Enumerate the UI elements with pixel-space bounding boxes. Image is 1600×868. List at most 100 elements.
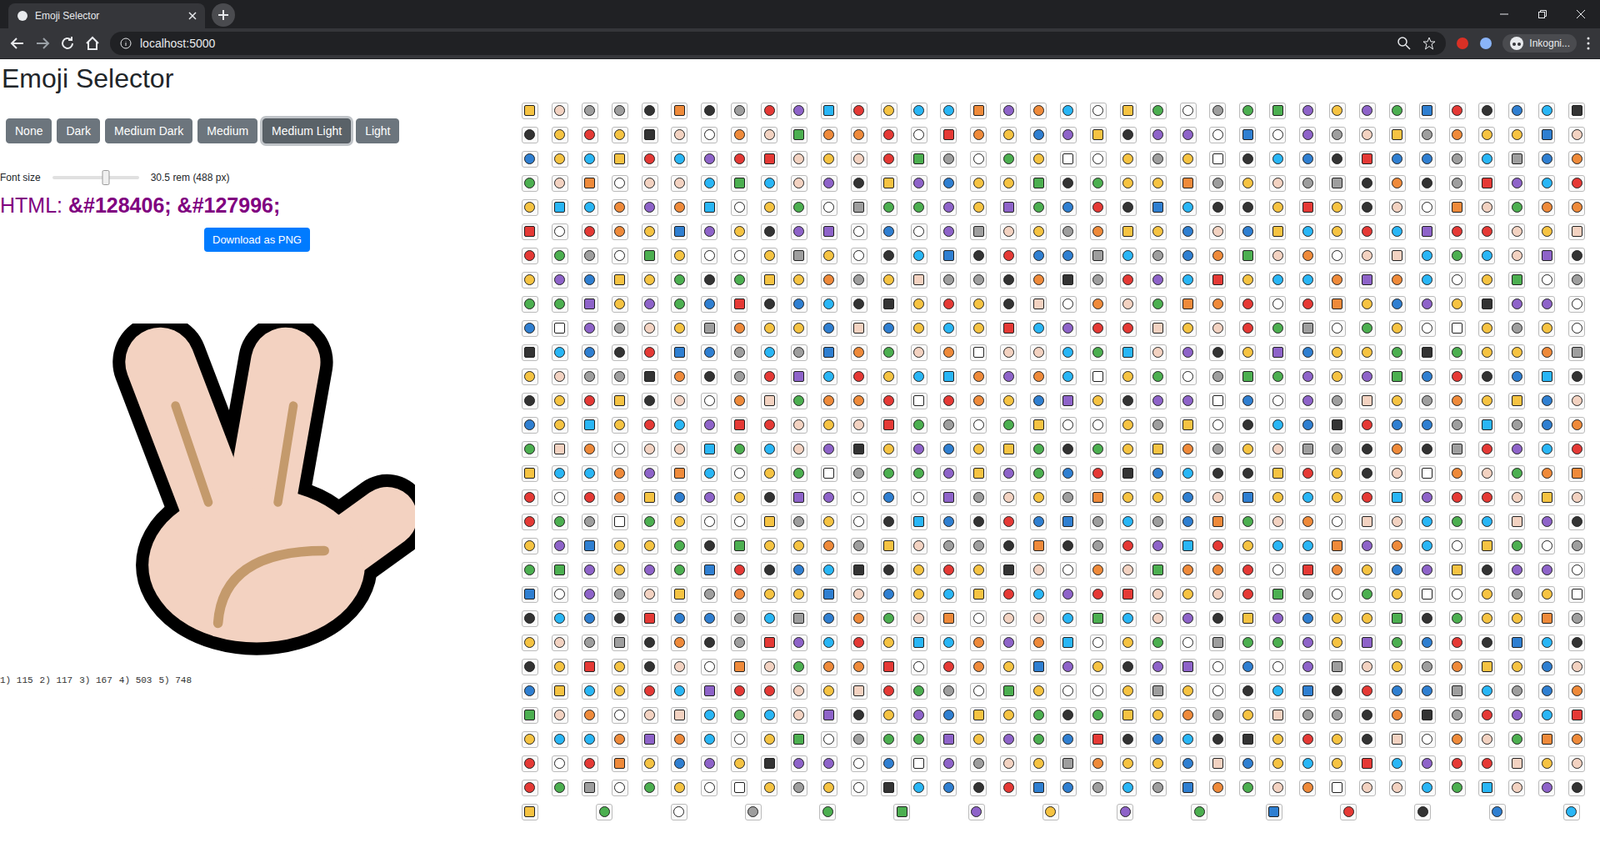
emoji-cell[interactable]: [1023, 340, 1054, 365]
emoji-cell[interactable]: [515, 460, 545, 485]
emoji-cell[interactable]: [1442, 533, 1473, 558]
emoji-cell[interactable]: [874, 170, 905, 195]
emoji-cell[interactable]: [1292, 702, 1323, 727]
emoji-cell[interactable]: [1262, 557, 1293, 582]
emoji-cell[interactable]: [844, 388, 875, 413]
emoji-cell[interactable]: [844, 412, 875, 437]
emoji-cell[interactable]: [575, 533, 605, 558]
emoji-cell[interactable]: [874, 267, 905, 292]
emoji-cell[interactable]: [694, 122, 725, 147]
emoji-cell[interactable]: [1113, 170, 1144, 195]
emoji-cell[interactable]: [1412, 654, 1443, 679]
emoji-cell[interactable]: [1262, 243, 1293, 268]
emoji-cell[interactable]: [1023, 605, 1054, 630]
emoji-cell[interactable]: [1292, 315, 1323, 340]
emoji-cell[interactable]: [694, 412, 725, 437]
emoji-cell[interactable]: [605, 509, 635, 534]
emoji-cell[interactable]: [754, 195, 785, 220]
emoji-cell[interactable]: [933, 726, 964, 751]
emoji-cell[interactable]: [814, 315, 845, 340]
emoji-cell[interactable]: [1143, 388, 1174, 413]
emoji-cell[interactable]: [1412, 485, 1443, 510]
emoji-cell[interactable]: [1202, 195, 1233, 220]
emoji-cell[interactable]: [1173, 485, 1204, 510]
emoji-cell[interactable]: [754, 412, 785, 437]
emoji-cell[interactable]: [963, 291, 994, 316]
emoji-cell[interactable]: [694, 146, 725, 171]
emoji-cell[interactable]: [1382, 170, 1413, 195]
emoji-cell[interactable]: [575, 726, 605, 751]
emoji-cell[interactable]: [1352, 291, 1383, 316]
emoji-cell[interactable]: [545, 605, 575, 630]
emoji-cell[interactable]: [1083, 702, 1114, 727]
emoji-cell[interactable]: [963, 219, 994, 244]
emoji-cell[interactable]: [635, 98, 665, 123]
emoji-cell[interactable]: [1232, 436, 1263, 461]
emoji-cell[interactable]: [1561, 315, 1592, 340]
emoji-cell[interactable]: [1143, 460, 1174, 485]
emoji-cell[interactable]: [1173, 98, 1204, 123]
emoji-cell[interactable]: [575, 267, 605, 292]
emoji-cell[interactable]: [1322, 485, 1353, 510]
emoji-cell[interactable]: [1412, 243, 1443, 268]
emoji-cell[interactable]: [575, 170, 605, 195]
emoji-cell[interactable]: [1023, 219, 1054, 244]
emoji-cell[interactable]: [724, 122, 755, 147]
emoji-cell[interactable]: [1561, 243, 1592, 268]
emoji-cell[interactable]: [1382, 533, 1413, 558]
emoji-cell[interactable]: [814, 267, 845, 292]
emoji-cell[interactable]: [605, 412, 635, 437]
tone-button[interactable]: Light: [355, 118, 400, 144]
emoji-cell[interactable]: [1113, 291, 1144, 316]
emoji-cell[interactable]: [1501, 678, 1532, 703]
emoji-cell[interactable]: [605, 291, 635, 316]
emoji-cell[interactable]: [515, 581, 545, 606]
emoji-cell[interactable]: [694, 170, 725, 195]
emoji-cell[interactable]: [814, 630, 845, 655]
emoji-cell[interactable]: [1202, 219, 1233, 244]
emoji-cell[interactable]: [1352, 412, 1383, 437]
emoji-cell[interactable]: [1113, 98, 1144, 123]
emoji-cell[interactable]: [814, 485, 845, 510]
emoji-cell[interactable]: [635, 557, 665, 582]
emoji-cell[interactable]: [1501, 98, 1532, 123]
emoji-cell[interactable]: [904, 630, 935, 655]
emoji-cell[interactable]: [1292, 557, 1323, 582]
emoji-cell[interactable]: [993, 243, 1024, 268]
emoji-cell[interactable]: [874, 436, 905, 461]
emoji-cell[interactable]: [1083, 364, 1114, 389]
emoji-cell[interactable]: [993, 678, 1024, 703]
emoji-cell[interactable]: [1561, 364, 1592, 389]
emoji-cell[interactable]: [1531, 98, 1562, 123]
emoji-cell[interactable]: [1173, 146, 1204, 171]
emoji-cell[interactable]: [784, 557, 815, 582]
emoji-cell[interactable]: [575, 678, 605, 703]
emoji-cell[interactable]: [1472, 460, 1503, 485]
emoji-cell[interactable]: [814, 557, 845, 582]
emoji-cell[interactable]: [814, 170, 845, 195]
emoji-cell[interactable]: [635, 460, 665, 485]
emoji-cell[interactable]: [1232, 291, 1263, 316]
emoji-cell[interactable]: [1561, 605, 1592, 630]
emoji-cell[interactable]: [1501, 460, 1532, 485]
emoji-cell[interactable]: [1173, 436, 1204, 461]
emoji-cell[interactable]: [1322, 557, 1353, 582]
emoji-cell[interactable]: [1143, 195, 1174, 220]
emoji-cell[interactable]: [635, 219, 665, 244]
emoji-cell[interactable]: [814, 702, 845, 727]
emoji-cell[interactable]: [1023, 388, 1054, 413]
restore-button[interactable]: [1523, 10, 1562, 19]
emoji-cell[interactable]: [664, 726, 695, 751]
emoji-cell[interactable]: [1412, 605, 1443, 630]
emoji-cell[interactable]: [1083, 460, 1114, 485]
emoji-cell[interactable]: [1352, 485, 1383, 510]
emoji-cell[interactable]: [1143, 557, 1174, 582]
emoji-cell[interactable]: [1472, 122, 1503, 147]
emoji-cell[interactable]: [1053, 581, 1084, 606]
emoji-cell[interactable]: [1202, 678, 1233, 703]
emoji-cell[interactable]: [1232, 533, 1263, 558]
emoji-cell[interactable]: [993, 702, 1024, 727]
emoji-cell[interactable]: [1053, 122, 1084, 147]
emoji-cell[interactable]: [575, 195, 605, 220]
emoji-cell[interactable]: [904, 315, 935, 340]
